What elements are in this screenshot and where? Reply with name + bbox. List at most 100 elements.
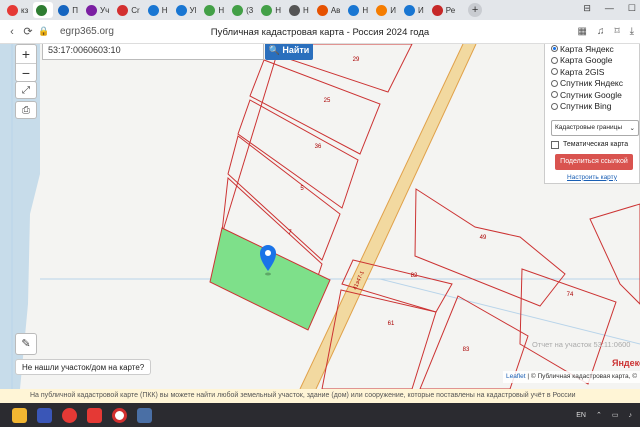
bookmark-icon[interactable]: ⌑	[614, 26, 619, 37]
browser-tab[interactable]: кз	[4, 2, 31, 18]
tab-label: кз	[21, 5, 29, 15]
url-text[interactable]: egrp365.org	[60, 26, 114, 37]
layer-select-value: Кадастровые границы	[555, 123, 623, 131]
layer-option-label: Карта Google	[560, 55, 613, 65]
map-view[interactable]: 29 25 36 5 7 49 82 74 61 83 41э47-1 + − …	[0, 44, 640, 389]
browser-tab[interactable]: Ре	[429, 2, 458, 18]
tab-label: Н	[161, 5, 168, 15]
minimize-icon[interactable]: —	[605, 3, 614, 14]
save-icon[interactable]	[37, 407, 52, 423]
window-controls: ⊟ — ☐	[583, 3, 636, 14]
reload-icon[interactable]: ⟳	[20, 25, 36, 38]
layer-option-label: Спутник Яндекс	[560, 78, 623, 88]
browser-tab[interactable]: Н	[145, 2, 171, 18]
layer-option[interactable]: Спутник Яндекс	[551, 78, 633, 89]
parcel-label: 25	[324, 98, 331, 104]
browser-tab[interactable]: (3	[229, 2, 256, 18]
not-found-button[interactable]: Не нашли участок/дом на карте?	[15, 359, 152, 375]
browser-tab[interactable]: И	[373, 2, 399, 18]
browser-tab[interactable]: Н	[258, 2, 284, 18]
search-button-label: Найти	[282, 45, 310, 55]
layer-option-label: Карта 2GIS	[560, 66, 605, 77]
thematic-checkbox[interactable]	[551, 140, 559, 149]
parcel-49	[414, 188, 566, 307]
layer-option[interactable]: Карта Google	[551, 55, 633, 66]
browser-tab[interactable]: Н	[345, 2, 371, 18]
parcel-label: 36	[315, 144, 322, 150]
tab-label: (3	[246, 5, 254, 15]
browser-tab[interactable]: Уч	[83, 2, 112, 18]
browser-tab[interactable]: Уl	[173, 2, 200, 18]
headphones-icon[interactable]: ♫	[597, 26, 605, 37]
tabs-menu-icon[interactable]: ⊟	[583, 3, 591, 14]
radio-button[interactable]	[551, 68, 558, 75]
tab-label: Н	[303, 5, 309, 15]
leaflet-link[interactable]: Leaflet	[506, 373, 526, 380]
address-actions: ▦ ♫ ⌑ ⤓	[577, 26, 634, 37]
ruler-icon[interactable]: ✎	[15, 333, 37, 355]
browser-tab[interactable]: Н	[201, 2, 227, 18]
back-icon[interactable]: ‹	[4, 26, 20, 38]
new-tab-button[interactable]: +	[468, 3, 483, 17]
radio-button[interactable]	[551, 102, 558, 110]
tab-favicon-icon	[431, 4, 443, 16]
radio-button[interactable]	[551, 56, 558, 64]
share-link-button[interactable]: Поделиться ссылкой	[555, 153, 633, 170]
search-button[interactable]: 🔍 Найти	[265, 44, 313, 60]
browser-tab[interactable]: П	[55, 2, 81, 18]
address-bar: ‹ ⟳ 🔒 egrp365.org Публичная кадастровая …	[0, 20, 640, 44]
chevron-up-icon[interactable]: ⌃	[596, 411, 602, 419]
parcel-label: 7	[288, 230, 292, 236]
zoom-in-button[interactable]: +	[16, 45, 36, 63]
yandex-browser-pinned-icon[interactable]	[87, 407, 102, 423]
tab-label: П	[72, 5, 79, 15]
language-indicator[interactable]: EN	[576, 412, 586, 419]
layer-select[interactable]: Кадастровые границы ⌄	[551, 119, 639, 136]
layer-option[interactable]: Карта Яндекс	[551, 44, 633, 54]
thematic-checkbox-row[interactable]: Тематическая карта	[551, 140, 633, 149]
layer-option[interactable]: Спутник Google	[551, 89, 633, 100]
terminal-icon[interactable]	[137, 407, 152, 423]
search-input[interactable]	[42, 44, 264, 60]
volume-icon[interactable]: ♪	[629, 412, 633, 419]
tab-bar: кз П Уч Cr Н Уl Н (3 Н Н Ав Н И И Ре + ⊟ — ☐	[0, 0, 640, 20]
yandex-logo: Яндекс	[612, 358, 640, 368]
extensions-icon[interactable]: ▦	[577, 26, 586, 37]
browser-tab[interactable]: Н	[286, 2, 312, 18]
parcel-label: 29	[353, 57, 360, 63]
file-explorer-icon[interactable]	[12, 407, 27, 423]
layer-option[interactable]: Спутник Bing	[551, 101, 633, 112]
road-edge	[299, 44, 464, 389]
report-watermark: Отчет на участок 53:11:0600	[532, 340, 631, 349]
tab-label: Уч	[100, 5, 110, 15]
browser-tab[interactable]: Ав	[314, 2, 344, 18]
downloads-icon[interactable]: ⤓	[630, 26, 634, 37]
tab-label: Уl	[189, 5, 197, 15]
opera-icon[interactable]	[112, 407, 127, 423]
parcel-25	[249, 59, 381, 155]
radio-button[interactable]	[551, 79, 558, 87]
parcel-edge	[589, 203, 640, 305]
radio-button[interactable]	[551, 91, 558, 98]
maximize-icon[interactable]: ☐	[628, 3, 636, 14]
tabs-container: кз П Уч Cr Н Уl Н (3 Н Н Ав Н И И Ре	[4, 2, 460, 18]
yandex-browser-icon[interactable]	[62, 407, 77, 423]
tab-favicon-icon	[147, 4, 159, 16]
chevron-down-icon: ⌄	[629, 124, 635, 132]
tab-label: И	[390, 5, 396, 15]
layer-option[interactable]: Карта 2GIS	[551, 66, 633, 77]
setup-map-link[interactable]: Настроить карту	[551, 174, 633, 181]
radio-button[interactable]	[551, 45, 558, 52]
parcel-label: 61	[388, 321, 395, 327]
fullscreen-icon[interactable]: ⤢	[15, 81, 37, 99]
road	[300, 44, 476, 389]
tab-favicon-icon	[348, 4, 360, 16]
tab-favicon-icon	[316, 4, 328, 16]
browser-tab[interactable]: Cr	[114, 2, 142, 18]
tab-label: Н	[362, 5, 369, 15]
network-icon[interactable]: ▭	[612, 411, 619, 419]
zoom-out-button[interactable]: −	[16, 63, 36, 81]
browser-tab[interactable]	[33, 2, 54, 18]
print-icon[interactable]: ⎙	[15, 101, 37, 119]
browser-tab[interactable]: И	[401, 2, 427, 18]
